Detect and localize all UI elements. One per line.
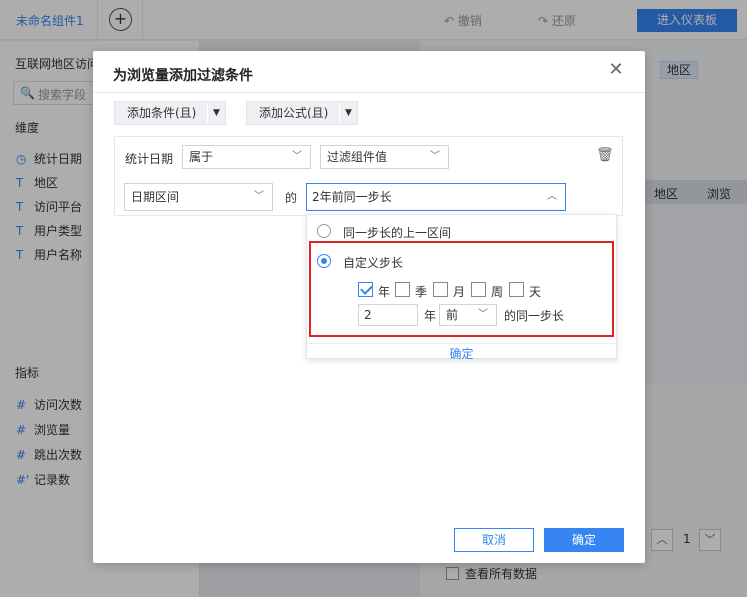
checkbox-year[interactable]	[358, 282, 373, 297]
checkbox-day[interactable]	[509, 282, 524, 297]
date-step-dropdown: 同一步长的上一区间 自定义步长 年 季 月 周 天 2 年 前 ﹀ 的同一步长 …	[306, 214, 617, 362]
chevron-down-icon: ﹀	[478, 309, 488, 320]
filter-dialog: 为浏览量添加过滤条件 ✕ 添加条件(且) ▼ 添加公式(且) ▼ 统计日期 属于…	[93, 51, 645, 563]
condition-field-label: 统计日期	[125, 152, 174, 166]
checkbox-quarter-label: 季	[415, 285, 428, 299]
chevron-down-icon: ﹀	[292, 151, 302, 162]
add-condition-button[interactable]: 添加条件(且) ▼	[114, 101, 226, 125]
operator-select[interactable]: 属于 ﹀	[182, 145, 311, 169]
chevron-up-icon: ︿	[547, 191, 557, 202]
checkbox-year-label: 年	[378, 285, 391, 299]
date-step-select[interactable]: 2年前同一步长 ︿	[306, 183, 566, 211]
direction-value: 前	[446, 308, 459, 322]
caret-down-icon[interactable]: ▼	[339, 102, 357, 124]
option-previous-period[interactable]: 同一步长的上一区间	[343, 224, 451, 241]
value-type-select[interactable]: 过滤组件值 ﹀	[320, 145, 449, 169]
trash-icon[interactable]: 🗑	[596, 147, 614, 163]
dialog-title: 为浏览量添加过滤条件	[113, 68, 253, 84]
close-icon[interactable]: ✕	[607, 61, 625, 79]
radio-previous-period[interactable]	[317, 224, 331, 238]
step-amount-input[interactable]: 2	[358, 304, 418, 326]
step-unit-label: 年	[424, 309, 437, 323]
cancel-button[interactable]: 取消	[454, 528, 534, 552]
radio-custom-step[interactable]	[317, 254, 331, 268]
chevron-down-icon: ﹀	[430, 151, 440, 162]
chevron-down-icon: ﹀	[254, 191, 264, 202]
of-label: 的	[285, 191, 298, 205]
range-type-select[interactable]: 日期区间 ﹀	[124, 183, 273, 211]
add-formula-button[interactable]: 添加公式(且) ▼	[246, 101, 358, 125]
step-suffix-label: 的同一步长	[504, 309, 565, 323]
ok-button[interactable]: 确定	[544, 528, 624, 552]
dropdown-confirm-button[interactable]: 确定	[307, 343, 616, 362]
checkbox-quarter[interactable]	[395, 282, 410, 297]
range-type-value: 日期区间	[131, 190, 180, 204]
checkbox-month-label: 月	[453, 285, 466, 299]
option-custom-step[interactable]: 自定义步长	[343, 254, 403, 271]
add-formula-label: 添加公式(且)	[259, 106, 329, 120]
checkbox-month[interactable]	[433, 282, 448, 297]
date-step-value: 2年前同一步长	[312, 190, 392, 204]
operator-value: 属于	[189, 150, 214, 164]
divider	[93, 92, 645, 93]
direction-select[interactable]: 前 ﹀	[439, 304, 497, 326]
value-type-value: 过滤组件值	[327, 150, 388, 164]
add-condition-label: 添加条件(且)	[127, 106, 197, 120]
checkbox-week[interactable]	[471, 282, 486, 297]
caret-down-icon[interactable]: ▼	[207, 102, 225, 124]
checkbox-day-label: 天	[529, 285, 542, 299]
checkbox-week-label: 周	[491, 285, 504, 299]
